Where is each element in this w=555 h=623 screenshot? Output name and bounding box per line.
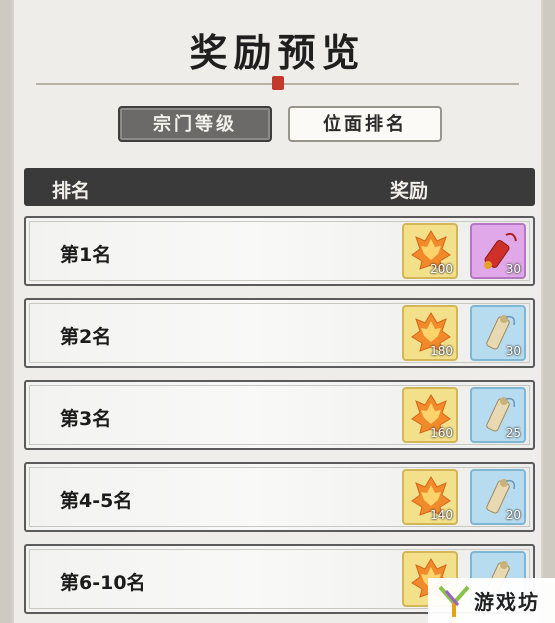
reward-qty: 140 [430,508,453,522]
table-row: 第2名 180 30 [24,298,535,368]
watermark-text: 游戏坊 [474,590,540,614]
table-row: 第1名 200 30 [24,216,535,286]
header-reward: 奖励 [390,180,429,202]
page-title: 奖励预览 [189,30,366,75]
reward-item[interactable]: 30 [470,223,526,279]
rank-label: 第4-5名 [60,490,133,512]
reward-qty: 30 [505,262,521,276]
watermark: 游戏坊 [428,578,555,623]
table-row: 第3名 160 25 [24,380,535,450]
reward-qty: 160 [430,426,453,440]
tab-plane-ranking[interactable]: 位面排名 [288,106,442,142]
tab-sect-level[interactable]: 宗门等级 [118,106,272,142]
rank-label: 第1名 [60,244,112,266]
table-header: 排名 奖励 [24,168,535,206]
reward-item[interactable]: 20 [470,469,526,525]
reward-qty: 180 [430,344,453,358]
reward-qty: 200 [430,262,453,276]
y-logo-icon [438,585,470,617]
reward-item[interactable]: 140 [402,469,458,525]
header-rank: 排名 [52,180,91,202]
reward-qty: 25 [505,426,521,440]
seal-icon [272,76,284,90]
reward-qty: 30 [505,344,521,358]
reward-item[interactable]: 30 [470,305,526,361]
reward-item[interactable]: 180 [402,305,458,361]
rank-label: 第6-10名 [60,572,146,594]
table-row: 第4-5名 140 20 [24,462,535,532]
reward-item[interactable]: 160 [402,387,458,443]
reward-qty: 20 [505,508,521,522]
reward-item[interactable]: 200 [402,223,458,279]
reward-item[interactable]: 25 [470,387,526,443]
rank-label: 第2名 [60,326,112,348]
reward-preview-panel: 奖励预览 宗门等级 位面排名 排名 奖励 第1名 200 30 第2名 180 … [12,0,543,623]
rank-label: 第3名 [60,408,112,430]
